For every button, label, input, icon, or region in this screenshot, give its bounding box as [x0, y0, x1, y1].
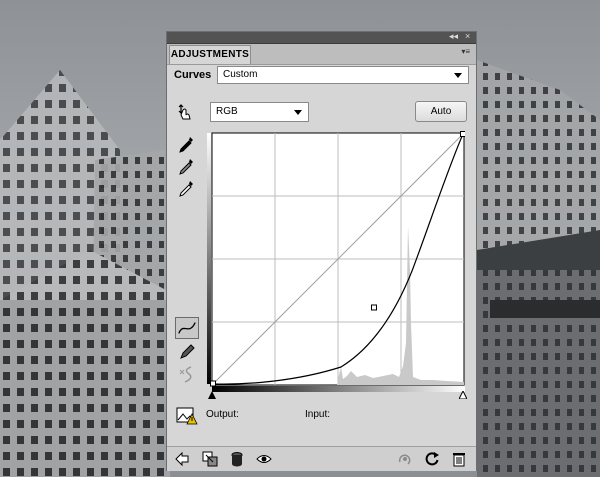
pencil-icon[interactable] — [177, 342, 197, 362]
black-eyedropper-icon[interactable] — [176, 134, 196, 154]
tab-bar: ADJUSTMENTS — [167, 44, 476, 65]
collapse-icon[interactable]: ◂◂ — [449, 31, 458, 42]
trash-icon[interactable] — [451, 451, 467, 467]
auto-button[interactable]: Auto — [415, 101, 467, 122]
white-eyedropper-icon[interactable] — [176, 178, 196, 198]
preset-value: Custom — [223, 69, 258, 80]
black-point-slider[interactable] — [208, 391, 216, 399]
targeted-adjustment-icon[interactable] — [174, 101, 194, 121]
channel-dropdown[interactable]: RGB — [210, 102, 309, 122]
preset-dropdown[interactable]: Custom — [217, 66, 469, 84]
eye-icon[interactable] — [256, 451, 272, 467]
previous-state-icon[interactable] — [397, 451, 413, 467]
smooth-icon[interactable] — [177, 364, 197, 384]
clip-to-layer-icon[interactable] — [202, 451, 218, 467]
gray-eyedropper-icon[interactable] — [176, 156, 196, 176]
output-label: Output: — [206, 409, 239, 420]
input-label: Input: — [305, 409, 331, 420]
curves-graph[interactable] — [207, 131, 465, 393]
curve-points-icon[interactable] — [175, 317, 199, 339]
input-gradient-bar — [212, 386, 465, 392]
panel-title-strip: ◂◂ × — [167, 31, 476, 44]
curve-point-mid — [371, 304, 377, 311]
panel-menu-icon[interactable]: ▾≡ — [461, 47, 470, 57]
close-icon[interactable]: × — [465, 31, 470, 42]
back-arrow-icon[interactable] — [174, 451, 190, 467]
curve-point-white — [460, 131, 465, 137]
curves-label: Curves — [174, 69, 212, 81]
panel-bottom-bar — [167, 446, 476, 471]
output-gradient-bar — [207, 133, 211, 384]
layer-visibility-mask-icon[interactable] — [229, 451, 245, 467]
white-point-slider[interactable] — [459, 391, 467, 399]
chevron-down-icon — [454, 73, 462, 78]
clipping-warning-icon[interactable] — [176, 406, 198, 426]
tab-adjustments[interactable]: ADJUSTMENTS — [169, 45, 251, 64]
chevron-down-icon — [294, 110, 302, 115]
channel-value: RGB — [216, 106, 238, 117]
adjustments-panel: ◂◂ × ADJUSTMENTS ▾≡ Curves Custom RGB Au… — [166, 31, 477, 471]
reset-icon[interactable] — [424, 451, 440, 467]
